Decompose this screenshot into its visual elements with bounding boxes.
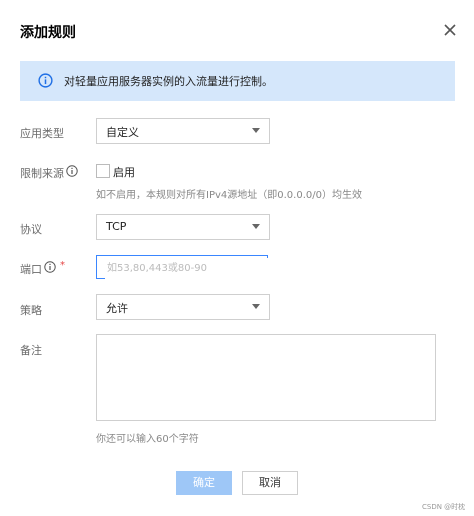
port-input[interactable]	[105, 257, 269, 280]
chevron-down-icon	[252, 224, 260, 229]
info-icon	[38, 73, 53, 88]
remark-label: 备注	[20, 344, 42, 357]
info-text: 对轻量应用服务器实例的入流量进行控制。	[64, 75, 273, 88]
protocol-value: TCP	[106, 220, 127, 233]
policy-select[interactable]: 允许	[96, 294, 270, 320]
remark-char-count: 你还可以输入60个字符	[96, 434, 199, 445]
source-limit-label: 限制来源	[20, 167, 64, 180]
source-limit-checkbox-label[interactable]: 启用	[113, 164, 135, 180]
app-type-select[interactable]: 自定义	[96, 118, 270, 144]
port-label: 端口	[20, 263, 42, 276]
source-limit-hint: 如不启用，本规则对所有IPv4源地址（即0.0.0.0/0）均生效	[96, 190, 362, 201]
close-icon[interactable]	[442, 22, 458, 38]
dialog-title: 添加规则	[20, 25, 76, 41]
policy-value: 允许	[106, 302, 128, 315]
confirm-button[interactable]: 确定	[176, 471, 232, 495]
protocol-select[interactable]: TCP	[96, 214, 270, 240]
cancel-button[interactable]: 取消	[242, 471, 298, 495]
required-mark: *	[60, 260, 65, 271]
watermark: CSDN @时枕	[422, 503, 466, 511]
port-input-wrapper	[96, 255, 269, 280]
source-limit-checkbox[interactable]	[96, 164, 110, 178]
info-banner: 对轻量应用服务器实例的入流量进行控制。	[20, 61, 455, 101]
add-rule-dialog: 添加规则 对轻量应用服务器实例的入流量进行控制。 应用类型 自定义 限制来源 启…	[0, 0, 474, 516]
policy-label: 策略	[20, 304, 42, 317]
protocol-label: 协议	[20, 223, 42, 236]
app-type-label: 应用类型	[20, 127, 64, 140]
help-icon[interactable]	[44, 261, 56, 273]
app-type-value: 自定义	[106, 126, 139, 139]
help-icon[interactable]	[66, 165, 78, 177]
chevron-down-icon	[252, 128, 260, 133]
remark-textarea[interactable]	[96, 334, 436, 421]
chevron-down-icon	[252, 304, 260, 309]
